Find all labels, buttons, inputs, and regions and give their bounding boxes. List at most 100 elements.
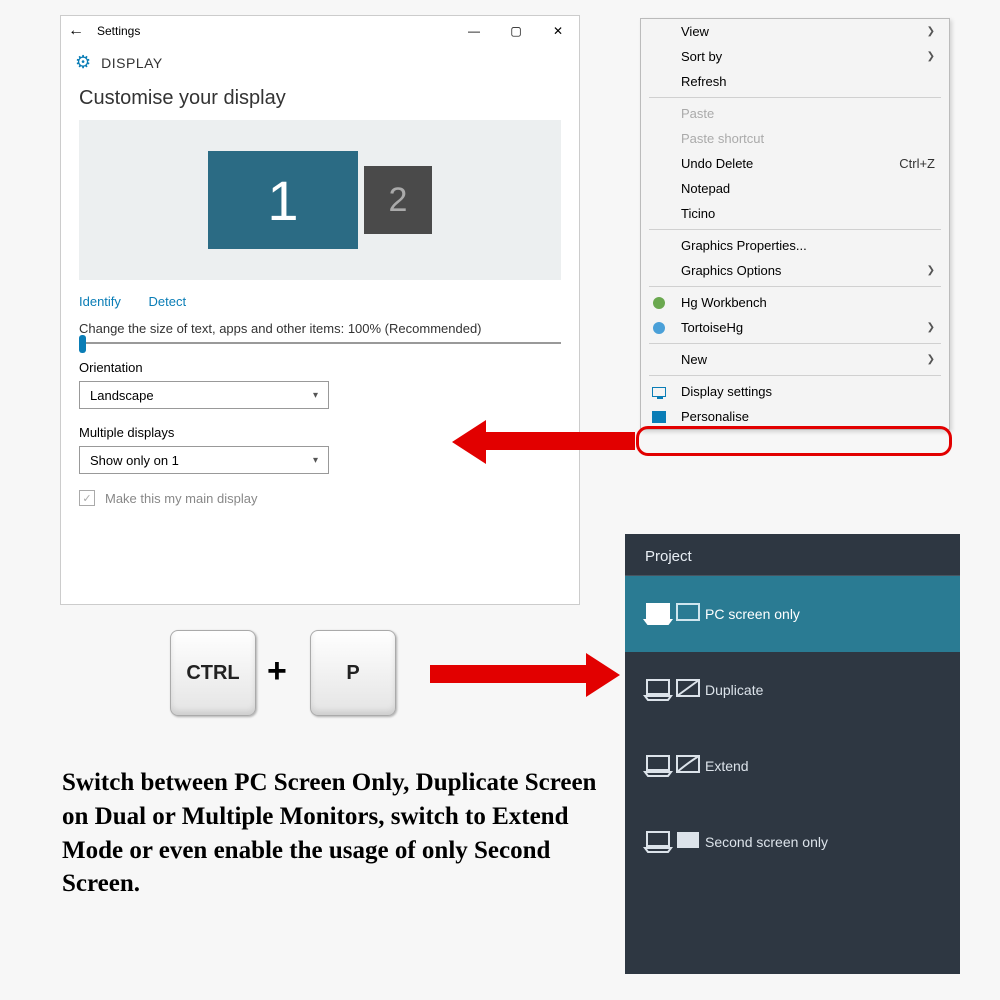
project-option-label: Second screen only bbox=[705, 834, 940, 850]
orientation-label: Orientation bbox=[61, 352, 579, 377]
monitor-1[interactable]: 1 bbox=[208, 151, 358, 249]
context-item-label: Paste shortcut bbox=[681, 131, 764, 146]
back-button[interactable]: ← bbox=[61, 22, 91, 40]
context-item-display-settings[interactable]: Display settings bbox=[641, 379, 949, 404]
display-icon bbox=[651, 384, 667, 400]
multiple-displays-select[interactable]: Show only on 1 ▾ bbox=[79, 446, 329, 474]
monitor-2[interactable]: 2 bbox=[364, 166, 432, 234]
chevron-down-icon: ▾ bbox=[313, 455, 318, 466]
project-option-extend[interactable]: Extend bbox=[625, 728, 960, 804]
context-item-graphics-properties[interactable]: Graphics Properties... bbox=[641, 233, 949, 258]
main-display-checkbox: ✓ bbox=[79, 490, 95, 506]
personalise-icon bbox=[651, 409, 667, 425]
context-item-sort-by[interactable]: Sort by ❯ bbox=[641, 44, 949, 69]
maximize-button[interactable]: ▢ bbox=[495, 16, 537, 46]
chevron-right-icon: ❯ bbox=[927, 26, 935, 37]
context-item-label: Personalise bbox=[681, 409, 749, 424]
context-item-label: View bbox=[681, 24, 709, 39]
context-item-label: Graphics Options bbox=[681, 263, 781, 278]
chevron-right-icon: ❯ bbox=[927, 265, 935, 276]
context-item-notepad[interactable]: Notepad bbox=[641, 176, 949, 201]
project-list: PC screen only Duplicate Extend Second scre… bbox=[625, 576, 960, 880]
context-item-label: Display settings bbox=[681, 384, 772, 399]
separator bbox=[649, 343, 941, 344]
chevron-down-icon: ▾ bbox=[313, 390, 318, 401]
project-title: Project bbox=[625, 534, 960, 571]
main-display-checkbox-row: ✓ Make this my main display bbox=[61, 482, 579, 514]
project-option-label: PC screen only bbox=[705, 606, 940, 622]
context-item-label: Ticino bbox=[681, 206, 715, 221]
thg-icon bbox=[651, 320, 667, 336]
orientation-select[interactable]: Landscape ▾ bbox=[79, 381, 329, 409]
project-mode-icon bbox=[645, 600, 705, 628]
section-title: Customise your display bbox=[61, 83, 579, 120]
header-row: ⚙ DISPLAY bbox=[61, 46, 579, 83]
p-key: P bbox=[310, 630, 396, 716]
identify-link[interactable]: Identify bbox=[79, 294, 121, 309]
minimize-button[interactable]: — bbox=[453, 16, 495, 46]
display-arrangement[interactable]: 1 2 bbox=[79, 120, 561, 280]
project-option-second-screen-only[interactable]: Second screen only bbox=[625, 804, 960, 880]
project-mode-icon bbox=[645, 828, 705, 856]
project-mode-icon bbox=[645, 752, 705, 780]
context-item-label: Graphics Properties... bbox=[681, 238, 807, 253]
shortcut-text: Ctrl+Z bbox=[899, 156, 935, 171]
header-label: DISPLAY bbox=[101, 55, 163, 71]
project-option-duplicate[interactable]: Duplicate bbox=[625, 652, 960, 728]
context-item-undo-delete[interactable]: Undo Delete Ctrl+Z bbox=[641, 151, 949, 176]
arrow-right-icon bbox=[430, 665, 590, 683]
project-option-label: Duplicate bbox=[705, 682, 940, 698]
detect-link[interactable]: Detect bbox=[149, 294, 187, 309]
hg-icon bbox=[651, 295, 667, 311]
ctrl-key: CTRL bbox=[170, 630, 256, 716]
context-item-label: Sort by bbox=[681, 49, 722, 64]
context-item-tortoisehg[interactable]: TortoiseHg ❯ bbox=[641, 315, 949, 340]
chevron-right-icon: ❯ bbox=[927, 354, 935, 365]
arrow-left-head-icon bbox=[452, 420, 486, 464]
separator bbox=[649, 229, 941, 230]
display-links: Identify Detect bbox=[61, 280, 579, 315]
context-item-label: TortoiseHg bbox=[681, 320, 743, 335]
project-panel: Project PC screen only Duplicate Extend Sec… bbox=[625, 534, 960, 974]
arrow-left-icon bbox=[480, 432, 635, 450]
separator bbox=[649, 375, 941, 376]
separator bbox=[649, 286, 941, 287]
context-item-graphics-options[interactable]: Graphics Options ❯ bbox=[641, 258, 949, 283]
project-mode-icon bbox=[645, 676, 705, 704]
arrow-right-head-icon bbox=[586, 653, 620, 697]
context-item-paste-shortcut: Paste shortcut bbox=[641, 126, 949, 151]
context-item-new[interactable]: New ❯ bbox=[641, 347, 949, 372]
settings-window: ← Settings — ▢ ✕ ⚙ DISPLAY Customise you… bbox=[60, 15, 580, 605]
caption-text: Switch between PC Screen Only, Duplicate… bbox=[62, 766, 602, 901]
context-item-view[interactable]: View ❯ bbox=[641, 19, 949, 44]
slider-thumb[interactable] bbox=[79, 335, 86, 353]
context-item-paste: Paste bbox=[641, 101, 949, 126]
window-title: Settings bbox=[91, 24, 453, 38]
separator bbox=[649, 97, 941, 98]
display-settings-highlight bbox=[636, 426, 952, 456]
project-option-pc-screen-only[interactable]: PC screen only bbox=[625, 576, 960, 652]
context-item-ticino[interactable]: Ticino bbox=[641, 201, 949, 226]
chevron-right-icon: ❯ bbox=[927, 51, 935, 62]
context-item-hg-workbench[interactable]: Hg Workbench bbox=[641, 290, 949, 315]
main-display-label: Make this my main display bbox=[105, 491, 257, 506]
context-item-label: Notepad bbox=[681, 181, 730, 196]
plus-icon: + bbox=[267, 652, 287, 691]
context-item-label: Paste bbox=[681, 106, 714, 121]
gear-icon: ⚙ bbox=[75, 52, 91, 73]
titlebar: ← Settings — ▢ ✕ bbox=[61, 16, 579, 46]
context-item-refresh[interactable]: Refresh bbox=[641, 69, 949, 94]
orientation-value: Landscape bbox=[90, 388, 154, 403]
multiple-displays-value: Show only on 1 bbox=[90, 453, 179, 468]
window-controls: — ▢ ✕ bbox=[453, 16, 579, 46]
scale-label: Change the size of text, apps and other … bbox=[61, 315, 579, 338]
context-item-label: Undo Delete bbox=[681, 156, 753, 171]
context-item-label: Hg Workbench bbox=[681, 295, 767, 310]
project-option-label: Extend bbox=[705, 758, 940, 774]
desktop-context-menu: View ❯ Sort by ❯ Refresh Paste Paste shortcut U… bbox=[640, 18, 950, 430]
chevron-right-icon: ❯ bbox=[927, 322, 935, 333]
context-item-label: New bbox=[681, 352, 707, 367]
scale-slider[interactable] bbox=[61, 338, 579, 352]
close-button[interactable]: ✕ bbox=[537, 16, 579, 46]
context-item-label: Refresh bbox=[681, 74, 727, 89]
